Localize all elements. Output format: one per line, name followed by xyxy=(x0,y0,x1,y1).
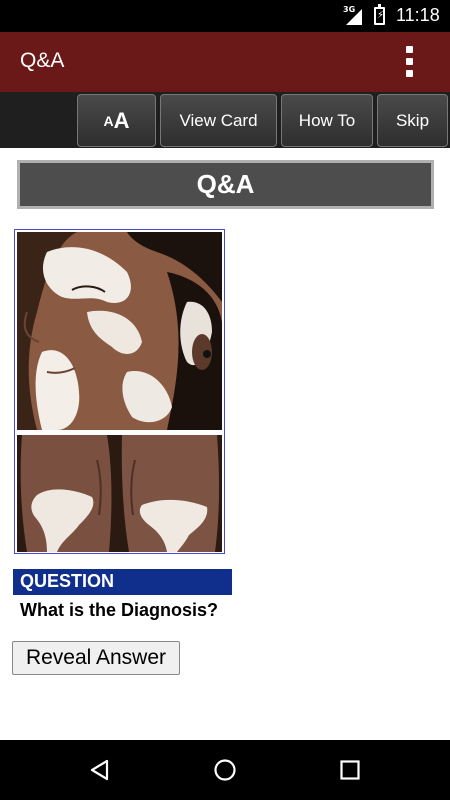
section-title: Q&A xyxy=(196,169,255,199)
view-card-button[interactable]: View Card xyxy=(160,94,277,147)
status-bar: 3G ⚡ 11:18 xyxy=(0,0,450,32)
back-triangle-icon[interactable] xyxy=(88,758,112,782)
recents-square-icon[interactable] xyxy=(338,758,362,782)
navigation-bar xyxy=(0,740,450,800)
knee-photo xyxy=(17,435,222,552)
battery-icon: ⚡ xyxy=(374,4,385,25)
face-photo xyxy=(17,232,222,430)
home-circle-icon[interactable] xyxy=(213,758,237,782)
question-label-text: QUESTION xyxy=(20,571,115,591)
font-size-button[interactable]: AA xyxy=(77,94,156,147)
reveal-answer-button[interactable]: Reveal Answer xyxy=(12,641,180,675)
how-to-button[interactable]: How To xyxy=(281,94,373,147)
skip-button[interactable]: Skip xyxy=(377,94,448,147)
question-text: What is the Diagnosis? xyxy=(20,600,219,620)
clinical-image xyxy=(14,229,225,554)
toolbar: AA View Card How To Skip xyxy=(0,92,450,148)
font-big-glyph: A xyxy=(113,107,130,133)
more-vert-icon[interactable] xyxy=(398,46,422,78)
app-bar: Q&A xyxy=(0,32,450,92)
signal-icon xyxy=(346,9,362,25)
question-label: QUESTION xyxy=(13,569,232,595)
clock: 11:18 xyxy=(396,5,440,25)
section-header: Q&A xyxy=(17,160,434,209)
font-small-glyph: A xyxy=(103,112,114,129)
app-title: Q&A xyxy=(20,49,65,72)
